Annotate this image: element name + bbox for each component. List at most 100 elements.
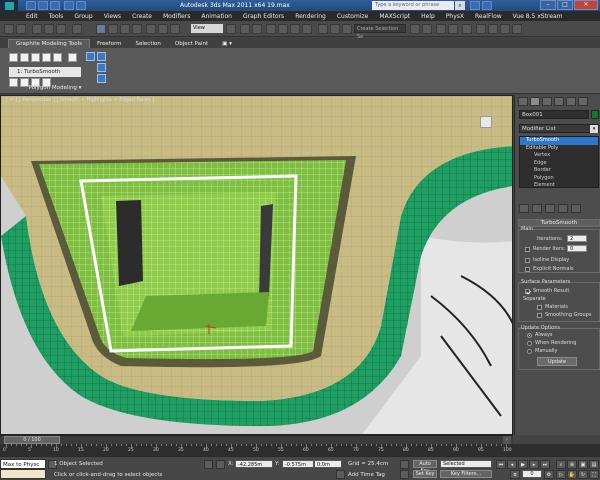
object-name-field[interactable]: Box001	[519, 110, 589, 119]
curve-editor-icon[interactable]	[436, 24, 446, 34]
object-color-swatch[interactable]	[591, 110, 599, 119]
current-frame-field[interactable]: 0	[522, 470, 542, 478]
menu-modifiers[interactable]: Modifiers	[163, 13, 190, 20]
previous-frame-icon[interactable]: ◂	[507, 460, 517, 469]
manually-radio[interactable]	[527, 349, 532, 354]
next-frame-arrow-icon[interactable]: ›	[503, 436, 511, 444]
unlink-icon[interactable]	[44, 24, 54, 34]
stack-item-element[interactable]: Element	[520, 182, 598, 190]
spinner-snap-icon[interactable]	[302, 24, 312, 34]
viewcube-icon[interactable]	[480, 116, 492, 128]
zoom-icon[interactable]: ⌕	[556, 460, 566, 469]
utilities-tab-icon[interactable]	[578, 97, 588, 106]
menu-animation[interactable]: Animation	[201, 13, 232, 20]
move-icon[interactable]	[146, 24, 156, 34]
layer-manager-icon[interactable]	[410, 24, 420, 34]
set-key-button[interactable]: Set Key	[413, 470, 437, 478]
display-tab-icon[interactable]	[566, 97, 576, 106]
mirror-icon[interactable]	[330, 24, 340, 34]
show-end-result-icon[interactable]	[532, 204, 542, 213]
tab-object-paint[interactable]: Object Paint	[168, 40, 215, 48]
link-icon[interactable]	[32, 24, 42, 34]
stack-item-turbosmooth[interactable]: TurboSmooth	[520, 137, 598, 145]
close-button[interactable]: ✕	[574, 0, 598, 10]
ignore-backfacing-icon[interactable]	[97, 52, 106, 61]
zoom-extents-all-icon[interactable]: ▤	[589, 460, 599, 469]
menu-help[interactable]: Help	[421, 13, 435, 20]
stack-item-edge[interactable]: Edge	[520, 160, 598, 168]
search-input[interactable]: Type a keyword or phrase	[372, 1, 454, 10]
smooth-result-checkbox[interactable]	[525, 289, 530, 294]
show-end-result-icon[interactable]	[97, 74, 106, 83]
open-file-icon[interactable]	[38, 1, 48, 10]
next-frame-icon[interactable]: ▸	[529, 460, 539, 469]
bind-space-warp-icon[interactable]	[56, 24, 66, 34]
tab-selection[interactable]: Selection	[129, 40, 168, 48]
menu-physx[interactable]: PhysX	[446, 13, 464, 20]
ribbon-options-icon[interactable]: ▣ ▾	[215, 40, 239, 48]
maximize-viewport-icon[interactable]: ⛶	[589, 470, 599, 479]
chevron-down-icon[interactable]: ▾	[590, 125, 598, 133]
window-crossing-icon[interactable]	[132, 24, 142, 34]
render-iterative-icon[interactable]	[512, 24, 522, 34]
menu-graph-editors[interactable]: Graph Editors	[243, 13, 284, 20]
angle-snap-icon[interactable]	[278, 24, 288, 34]
save-file-icon[interactable]	[50, 1, 60, 10]
search-icon[interactable]: ⌕	[455, 1, 465, 10]
configure-sets-icon[interactable]	[571, 204, 581, 213]
menu-vue-xstream[interactable]: Vue 8.5 xStream	[513, 13, 563, 20]
go-to-end-icon[interactable]: ⏭	[540, 460, 550, 469]
maxscript-listener-input[interactable]: Max to Physc	[0, 459, 46, 469]
snap-toggle-icon[interactable]	[266, 24, 276, 34]
polygon-subobject-icon[interactable]	[42, 53, 51, 62]
time-configuration-icon[interactable]: ⚙	[544, 470, 554, 479]
zoom-extents-icon[interactable]: ▣	[578, 460, 588, 469]
stack-item-polygon[interactable]: Polygon	[520, 175, 598, 183]
menu-rendering[interactable]: Rendering	[295, 13, 326, 20]
menu-tools[interactable]: Tools	[49, 13, 64, 20]
absolute-relative-toggle-icon[interactable]	[216, 460, 225, 469]
hierarchy-tab-icon[interactable]	[542, 97, 552, 106]
new-file-icon[interactable]	[26, 1, 36, 10]
undo-toolbar-icon[interactable]	[4, 24, 14, 34]
edit-named-selection-icon[interactable]	[318, 24, 328, 34]
x-coordinate-field[interactable]: -42.285m	[235, 460, 273, 468]
stack-item-border[interactable]: Border	[520, 167, 598, 175]
pan-view-icon[interactable]: ✋	[567, 470, 577, 479]
isoline-display-checkbox[interactable]	[525, 258, 530, 263]
motion-tab-icon[interactable]	[554, 97, 564, 106]
material-editor-icon[interactable]	[462, 24, 472, 34]
undo-icon[interactable]	[64, 1, 74, 10]
tab-graphite-modeling-tools[interactable]: Graphite Modeling Tools	[8, 39, 91, 48]
create-tab-icon[interactable]	[518, 97, 528, 106]
update-button[interactable]: Update	[537, 357, 577, 366]
add-time-tag-text[interactable]: Add Time Tag	[348, 472, 385, 478]
stack-item-vertex[interactable]: Vertex	[520, 152, 598, 160]
time-tag-icon[interactable]	[336, 470, 345, 479]
materials-checkbox[interactable]	[537, 305, 542, 310]
time-slider[interactable]: 0 / 100 ›	[0, 435, 513, 444]
play-icon[interactable]: ▶	[518, 460, 528, 469]
selection-filter-icon[interactable]	[72, 24, 82, 34]
minimize-button[interactable]: –	[540, 0, 556, 10]
maximize-button[interactable]: □	[557, 0, 573, 10]
smoothing-groups-checkbox[interactable]	[537, 313, 542, 318]
help-icon[interactable]	[470, 1, 480, 10]
zoom-all-icon[interactable]: ⊕	[567, 460, 577, 469]
render-iters-checkbox[interactable]	[525, 247, 530, 252]
percent-snap-icon[interactable]	[290, 24, 300, 34]
star-icon[interactable]	[482, 1, 492, 10]
menu-views[interactable]: Views	[104, 13, 121, 20]
explicit-normals-checkbox[interactable]	[525, 267, 530, 272]
iterations-spinner[interactable]: 2	[567, 235, 587, 242]
menu-create[interactable]: Create	[132, 13, 152, 20]
modifier-stack-dropdown[interactable]: 1: TurboSmooth	[9, 67, 81, 77]
pin-stack-icon[interactable]	[97, 63, 106, 72]
selection-lock-icon[interactable]	[204, 460, 213, 469]
perspective-viewport[interactable]	[0, 95, 513, 435]
schematic-view-icon[interactable]	[448, 24, 458, 34]
menu-group[interactable]: Group	[74, 13, 92, 20]
key-selection-dropdown[interactable]: Selected	[440, 460, 492, 468]
remove-modifier-icon[interactable]	[558, 204, 568, 213]
key-filters-button[interactable]: Key Filters...	[440, 470, 492, 478]
